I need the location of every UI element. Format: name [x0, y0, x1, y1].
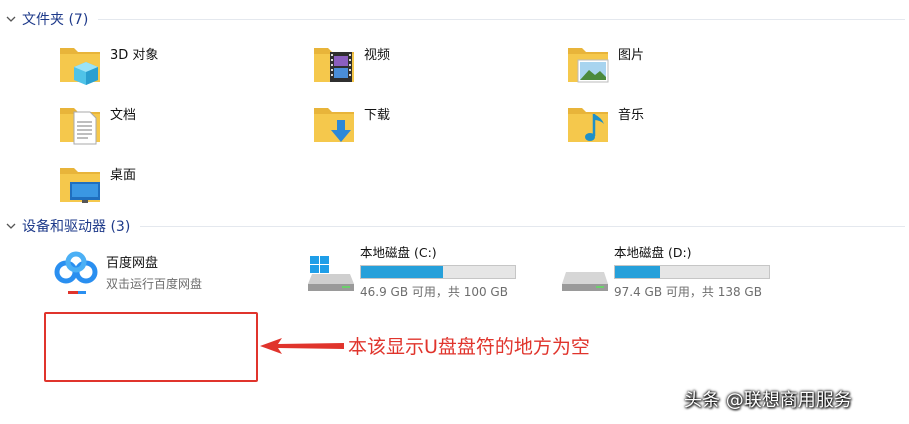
folder-label: 音乐 — [618, 108, 645, 123]
baidu-netdisk-item[interactable]: 百度网盘 双击运行百度网盘 — [50, 248, 202, 300]
folders-section-header[interactable]: 文件夹 (7) — [0, 8, 909, 30]
drive-capacity: 46.9 GB 可用，共 100 GB — [360, 285, 508, 299]
folder-desktop[interactable]: 桌面 — [56, 160, 136, 208]
folder-label: 3D 对象 — [110, 48, 159, 63]
folder-music[interactable]: 音乐 — [564, 100, 644, 148]
chevron-down-icon[interactable] — [6, 14, 16, 24]
folder-documents[interactable]: 文档 — [56, 100, 136, 148]
drive-capacity: 97.4 GB 可用，共 138 GB — [614, 285, 762, 299]
videos-folder-icon — [314, 48, 354, 82]
folder-videos[interactable]: 视频 — [310, 40, 390, 88]
drive-usage-bar — [614, 265, 770, 279]
pictures-folder-icon — [568, 48, 609, 83]
section-divider — [140, 225, 905, 227]
documents-folder-icon — [60, 108, 100, 145]
downloads-folder-icon — [314, 108, 354, 142]
folder-downloads[interactable]: 下载 — [310, 100, 390, 148]
hard-drive-icon — [562, 272, 608, 291]
watermark: 头条 @联想商用服务 — [684, 390, 852, 411]
baidu-netdisk-icon — [54, 251, 98, 294]
windows-drive-icon — [308, 256, 354, 291]
devices-section-title: 设备和驱动器 (3) — [22, 219, 131, 235]
chevron-down-icon[interactable] — [6, 221, 16, 231]
drive-usage-fill — [615, 266, 661, 278]
folder-label: 桌面 — [110, 168, 137, 183]
arrow-left-icon — [260, 338, 344, 354]
baidu-name: 百度网盘 — [106, 256, 159, 271]
folder-label: 视频 — [364, 48, 391, 63]
baidu-subtitle: 双击运行百度网盘 — [106, 277, 203, 291]
annotation-text: 本该显示U盘盘符的地方为空 — [348, 336, 590, 358]
drive-name: 本地磁盘 (D:) — [614, 245, 692, 260]
devices-section-header[interactable]: 设备和驱动器 (3) — [0, 215, 909, 237]
folder-label: 图片 — [618, 48, 645, 63]
empty-usb-highlight-box — [44, 312, 258, 382]
3d-objects-folder-icon — [60, 48, 100, 85]
folder-pictures[interactable]: 图片 — [564, 40, 644, 88]
folder-label: 文档 — [110, 108, 137, 123]
drive-d[interactable]: 本地磁盘 (D:) 97.4 GB 可用，共 138 GB — [560, 242, 770, 300]
desktop-folder-icon — [60, 168, 100, 203]
folder-label: 下载 — [364, 108, 391, 123]
folder-3d-objects[interactable]: 3D 对象 — [56, 40, 158, 88]
drive-name: 本地磁盘 (C:) — [360, 245, 437, 260]
drive-c[interactable]: 本地磁盘 (C:) 46.9 GB 可用，共 100 GB — [306, 242, 516, 300]
folders-section-title: 文件夹 (7) — [22, 12, 89, 28]
section-divider — [98, 18, 905, 20]
drive-usage-bar — [360, 265, 516, 279]
music-folder-icon — [568, 108, 608, 142]
drive-usage-fill — [361, 266, 443, 278]
